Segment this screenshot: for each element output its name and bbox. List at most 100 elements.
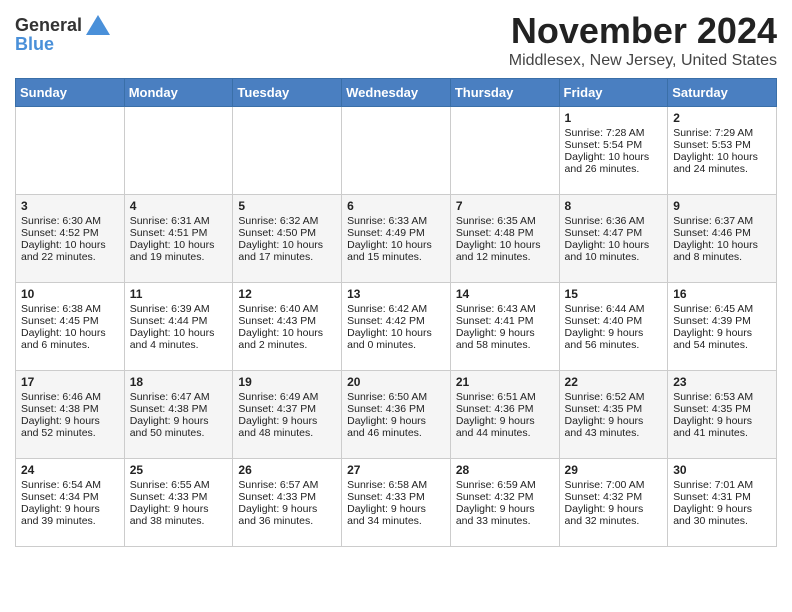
day-number: 28: [456, 463, 554, 477]
day-info: Sunrise: 6:47 AM: [130, 391, 228, 403]
day-number: 21: [456, 375, 554, 389]
day-info: Sunset: 4:36 PM: [456, 403, 554, 415]
day-info: Daylight: 10 hours and 2 minutes.: [238, 327, 336, 351]
day-cell: 1Sunrise: 7:28 AMSunset: 5:54 PMDaylight…: [559, 107, 668, 195]
day-info: Sunset: 5:54 PM: [565, 139, 663, 151]
day-number: 19: [238, 375, 336, 389]
week-row-3: 10Sunrise: 6:38 AMSunset: 4:45 PMDayligh…: [16, 283, 777, 371]
day-cell: 13Sunrise: 6:42 AMSunset: 4:42 PMDayligh…: [342, 283, 451, 371]
day-cell: 7Sunrise: 6:35 AMSunset: 4:48 PMDaylight…: [450, 195, 559, 283]
logo: General Blue: [15, 15, 110, 55]
day-number: 16: [673, 287, 771, 301]
day-info: Sunset: 4:50 PM: [238, 227, 336, 239]
day-cell: 23Sunrise: 6:53 AMSunset: 4:35 PMDayligh…: [668, 371, 777, 459]
calendar-table: SundayMondayTuesdayWednesdayThursdayFrid…: [15, 78, 777, 547]
day-number: 13: [347, 287, 445, 301]
day-info: Sunset: 4:35 PM: [565, 403, 663, 415]
header: General Blue November 2024 Middlesex, Ne…: [15, 10, 777, 70]
day-info: Sunset: 4:49 PM: [347, 227, 445, 239]
day-number: 4: [130, 199, 228, 213]
day-info: Daylight: 9 hours and 46 minutes.: [347, 415, 445, 439]
day-info: Sunrise: 6:39 AM: [130, 303, 228, 315]
day-info: Sunrise: 6:57 AM: [238, 479, 336, 491]
day-info: Sunrise: 6:52 AM: [565, 391, 663, 403]
day-info: Sunrise: 6:40 AM: [238, 303, 336, 315]
day-info: Daylight: 9 hours and 30 minutes.: [673, 503, 771, 527]
day-info: Daylight: 10 hours and 26 minutes.: [565, 151, 663, 175]
day-cell: 5Sunrise: 6:32 AMSunset: 4:50 PMDaylight…: [233, 195, 342, 283]
day-info: Daylight: 10 hours and 19 minutes.: [130, 239, 228, 263]
day-info: Sunrise: 6:50 AM: [347, 391, 445, 403]
day-cell: 24Sunrise: 6:54 AMSunset: 4:34 PMDayligh…: [16, 459, 125, 547]
day-cell: 10Sunrise: 6:38 AMSunset: 4:45 PMDayligh…: [16, 283, 125, 371]
day-info: Sunrise: 6:59 AM: [456, 479, 554, 491]
day-info: Sunset: 4:41 PM: [456, 315, 554, 327]
logo-icon: General: [15, 15, 110, 36]
day-info: Sunrise: 6:54 AM: [21, 479, 119, 491]
day-info: Sunset: 4:33 PM: [130, 491, 228, 503]
day-cell: 14Sunrise: 6:43 AMSunset: 4:41 PMDayligh…: [450, 283, 559, 371]
day-info: Sunrise: 6:45 AM: [673, 303, 771, 315]
day-info: Sunset: 4:51 PM: [130, 227, 228, 239]
day-number: 20: [347, 375, 445, 389]
week-row-4: 17Sunrise: 6:46 AMSunset: 4:38 PMDayligh…: [16, 371, 777, 459]
day-cell: 16Sunrise: 6:45 AMSunset: 4:39 PMDayligh…: [668, 283, 777, 371]
day-info: Sunrise: 6:51 AM: [456, 391, 554, 403]
day-cell: 30Sunrise: 7:01 AMSunset: 4:31 PMDayligh…: [668, 459, 777, 547]
week-row-2: 3Sunrise: 6:30 AMSunset: 4:52 PMDaylight…: [16, 195, 777, 283]
day-info: Daylight: 9 hours and 33 minutes.: [456, 503, 554, 527]
header-cell-saturday: Saturday: [668, 79, 777, 107]
week-row-1: 1Sunrise: 7:28 AMSunset: 5:54 PMDaylight…: [16, 107, 777, 195]
day-info: Daylight: 9 hours and 39 minutes.: [21, 503, 119, 527]
day-info: Sunrise: 7:00 AM: [565, 479, 663, 491]
week-row-5: 24Sunrise: 6:54 AMSunset: 4:34 PMDayligh…: [16, 459, 777, 547]
day-number: 22: [565, 375, 663, 389]
day-number: 11: [130, 287, 228, 301]
day-info: Daylight: 10 hours and 15 minutes.: [347, 239, 445, 263]
day-info: Sunrise: 6:31 AM: [130, 215, 228, 227]
day-cell: 15Sunrise: 6:44 AMSunset: 4:40 PMDayligh…: [559, 283, 668, 371]
logo-triangle-icon: [86, 15, 110, 35]
day-number: 9: [673, 199, 771, 213]
day-info: Daylight: 9 hours and 54 minutes.: [673, 327, 771, 351]
day-info: Sunset: 4:43 PM: [238, 315, 336, 327]
day-info: Sunset: 4:46 PM: [673, 227, 771, 239]
header-row: SundayMondayTuesdayWednesdayThursdayFrid…: [16, 79, 777, 107]
day-info: Sunset: 5:53 PM: [673, 139, 771, 151]
day-info: Sunset: 4:35 PM: [673, 403, 771, 415]
day-info: Daylight: 9 hours and 52 minutes.: [21, 415, 119, 439]
day-info: Sunrise: 6:58 AM: [347, 479, 445, 491]
calendar-body: 1Sunrise: 7:28 AMSunset: 5:54 PMDaylight…: [16, 107, 777, 547]
day-number: 3: [21, 199, 119, 213]
calendar-header: SundayMondayTuesdayWednesdayThursdayFrid…: [16, 79, 777, 107]
day-info: Daylight: 9 hours and 36 minutes.: [238, 503, 336, 527]
day-info: Sunset: 4:33 PM: [238, 491, 336, 503]
day-info: Daylight: 10 hours and 24 minutes.: [673, 151, 771, 175]
day-cell: 6Sunrise: 6:33 AMSunset: 4:49 PMDaylight…: [342, 195, 451, 283]
day-info: Sunset: 4:38 PM: [21, 403, 119, 415]
day-cell: 25Sunrise: 6:55 AMSunset: 4:33 PMDayligh…: [124, 459, 233, 547]
day-number: 7: [456, 199, 554, 213]
day-info: Daylight: 9 hours and 58 minutes.: [456, 327, 554, 351]
title-area: November 2024 Middlesex, New Jersey, Uni…: [509, 10, 777, 70]
day-info: Sunset: 4:38 PM: [130, 403, 228, 415]
day-info: Daylight: 9 hours and 34 minutes.: [347, 503, 445, 527]
day-cell: [233, 107, 342, 195]
day-info: Sunset: 4:42 PM: [347, 315, 445, 327]
day-info: Sunset: 4:33 PM: [347, 491, 445, 503]
month-title: November 2024: [509, 10, 777, 52]
location-title: Middlesex, New Jersey, United States: [509, 52, 777, 70]
day-info: Sunrise: 6:30 AM: [21, 215, 119, 227]
day-info: Sunrise: 6:38 AM: [21, 303, 119, 315]
day-info: Daylight: 9 hours and 32 minutes.: [565, 503, 663, 527]
day-info: Sunset: 4:32 PM: [565, 491, 663, 503]
day-cell: 9Sunrise: 6:37 AMSunset: 4:46 PMDaylight…: [668, 195, 777, 283]
day-number: 5: [238, 199, 336, 213]
day-info: Daylight: 10 hours and 12 minutes.: [456, 239, 554, 263]
day-info: Daylight: 9 hours and 43 minutes.: [565, 415, 663, 439]
day-number: 6: [347, 199, 445, 213]
day-info: Daylight: 10 hours and 22 minutes.: [21, 239, 119, 263]
day-cell: 17Sunrise: 6:46 AMSunset: 4:38 PMDayligh…: [16, 371, 125, 459]
day-info: Sunrise: 6:36 AM: [565, 215, 663, 227]
day-info: Daylight: 10 hours and 4 minutes.: [130, 327, 228, 351]
